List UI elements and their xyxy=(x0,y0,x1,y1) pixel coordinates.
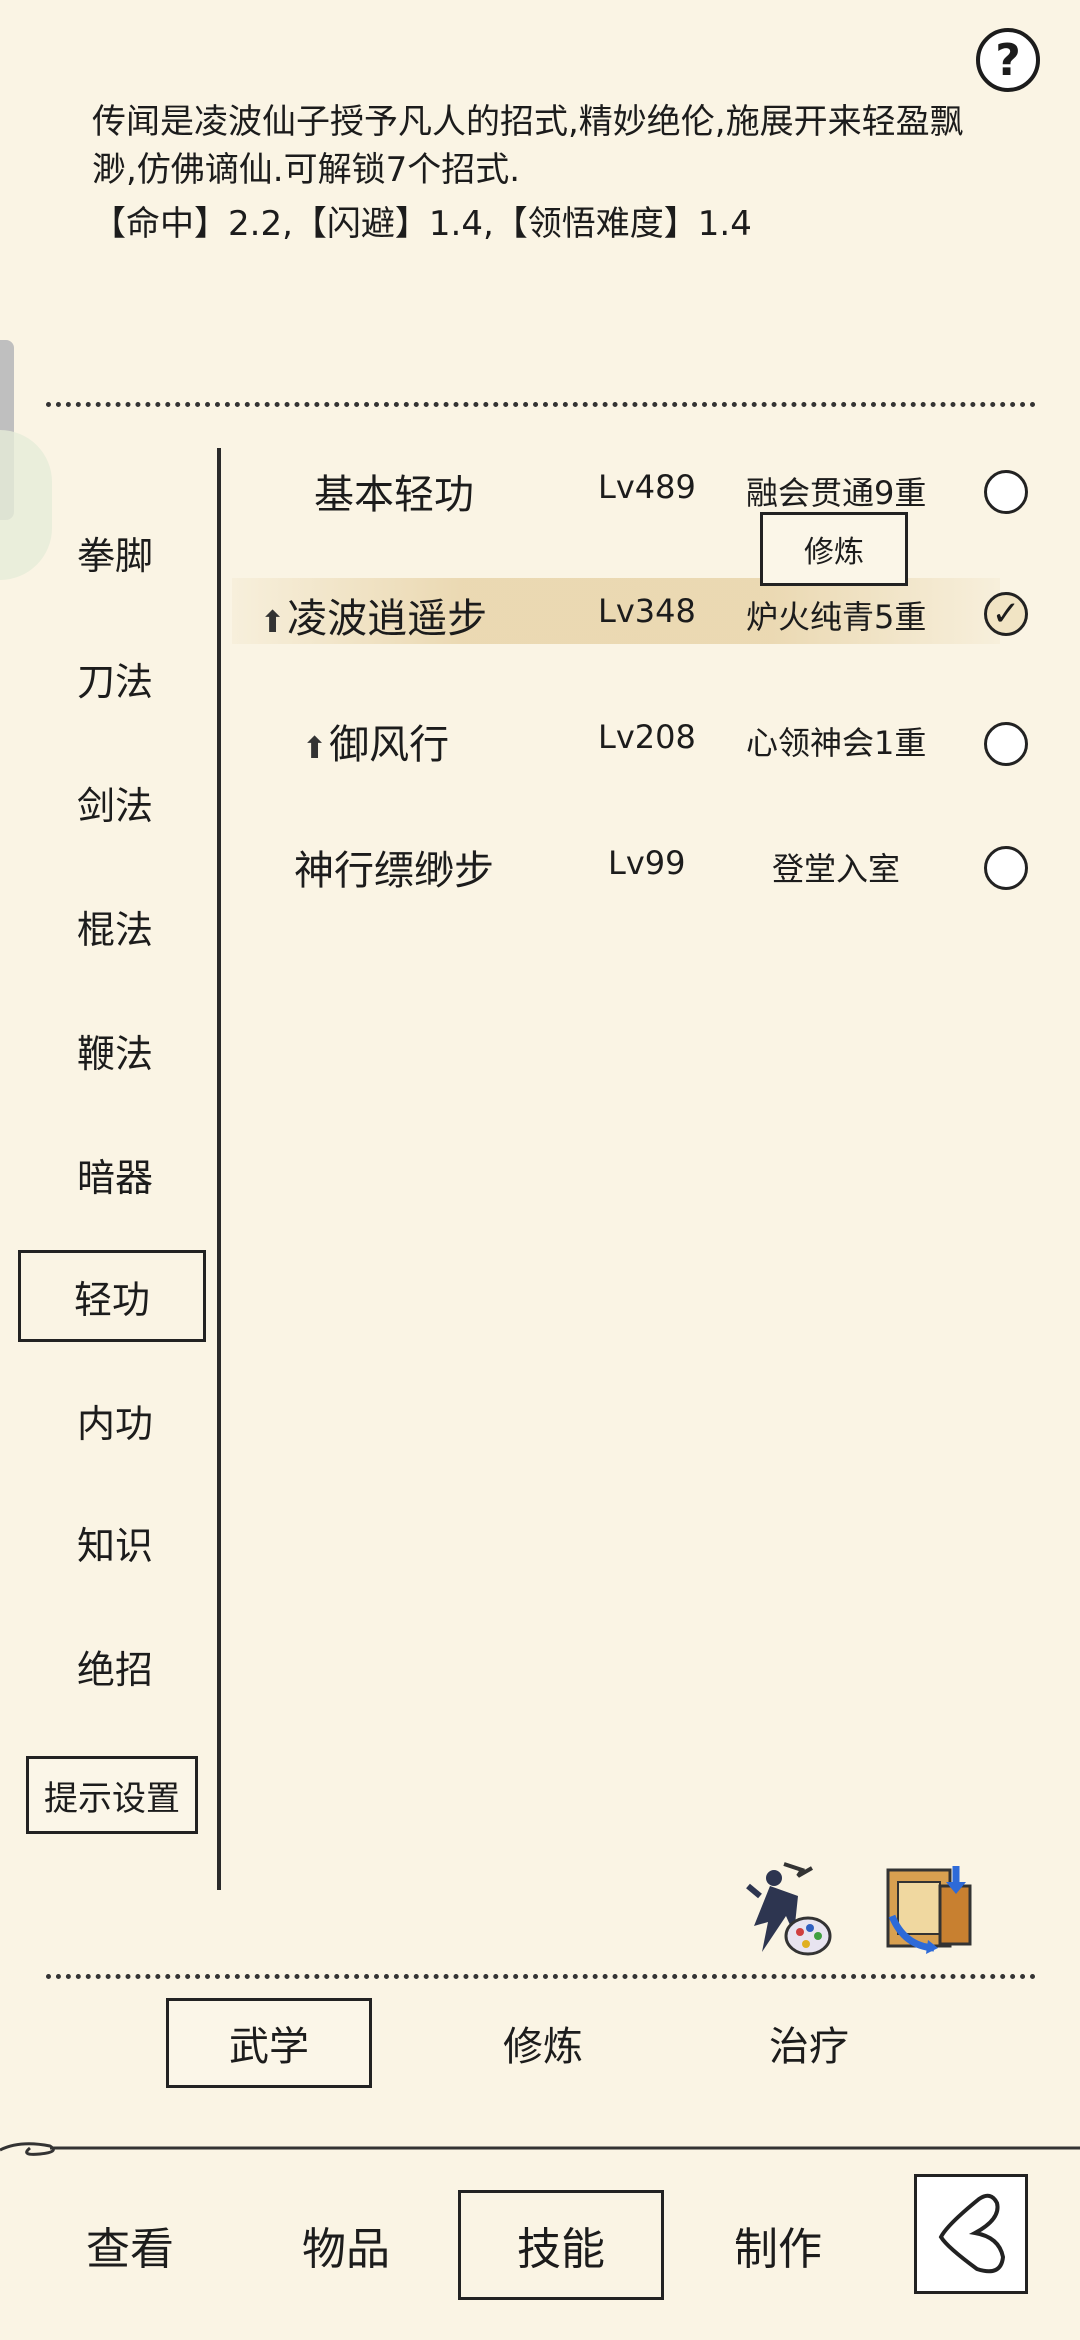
tip-settings-button[interactable]: 提示设置 xyxy=(26,1756,198,1834)
back-button[interactable] xyxy=(914,2174,1028,2294)
skill-rank: 炉火纯青5重 xyxy=(746,598,927,636)
sidebar-item-inner-skill[interactable]: 内功 xyxy=(40,1380,190,1460)
sidebar-item-whip[interactable]: 鞭法 xyxy=(40,1010,190,1090)
skill-row[interactable]: 神行缥缈步 Lv99 登堂入室 xyxy=(230,830,1050,900)
sidebar-item-blade[interactable]: 刀法 xyxy=(40,638,190,718)
skill-name-wrap: ⬆凌波逍遥步 xyxy=(260,586,487,644)
nav-view[interactable]: 查看 xyxy=(60,2190,200,2300)
nav-items[interactable]: 物品 xyxy=(276,2190,416,2300)
back-icon xyxy=(938,2193,1006,2274)
sidebar-item-fist[interactable]: 拳脚 xyxy=(40,512,190,592)
warrior-palette-icon[interactable] xyxy=(740,1856,836,1960)
sidebar-item-ultimate[interactable]: 绝招 xyxy=(40,1626,190,1706)
train-popup-button[interactable]: 修炼 xyxy=(760,512,908,586)
skill-level: Lv489 xyxy=(598,468,696,506)
skill-select-radio[interactable] xyxy=(984,722,1028,766)
sidebar-item-hidden-weapon[interactable]: 暗器 xyxy=(40,1134,190,1214)
skill-level: Lv208 xyxy=(598,718,696,756)
skill-rank: 融会贯通9重 xyxy=(746,474,927,512)
divider-bottom xyxy=(46,1974,1036,1979)
skill-row[interactable]: 基本轻功 Lv489 融会贯通9重 xyxy=(230,456,1050,526)
skill-name: 基本轻功 xyxy=(314,472,474,518)
upgrade-arrow-icon: ⬆ xyxy=(302,731,328,766)
nav-craft[interactable]: 制作 xyxy=(708,2190,848,2300)
skill-name: 神行缥缈步 xyxy=(294,848,494,894)
skill-rank: 登堂入室 xyxy=(772,850,901,888)
checkmark-icon[interactable]: ✓ xyxy=(984,592,1028,636)
question-icon: ? xyxy=(995,34,1021,86)
sidebar-item-sword[interactable]: 剑法 xyxy=(40,762,190,842)
tab-heal[interactable]: 治疗 xyxy=(706,1998,912,2088)
nav-skills[interactable]: 技能 xyxy=(458,2190,664,2300)
divider-top xyxy=(46,402,1036,407)
skill-row[interactable]: ⬆凌波逍遥步 Lv348 炉火纯青5重 ✓ xyxy=(230,578,1050,648)
skill-rank: 心领神会1重 xyxy=(746,724,927,762)
tab-martial-arts[interactable]: 武学 xyxy=(166,1998,372,2088)
skill-select-radio[interactable] xyxy=(984,470,1028,514)
skill-name: 御风行 xyxy=(329,722,450,768)
skill-name-wrap: ⬆御风行 xyxy=(302,712,449,770)
skill-row[interactable]: ⬆御风行 Lv208 心领神会1重 xyxy=(230,706,1050,776)
sidebar-divider xyxy=(217,448,221,1890)
skill-select-radio[interactable] xyxy=(984,846,1028,890)
skill-level: Lv348 xyxy=(598,592,696,630)
skill-level: Lv99 xyxy=(608,844,686,882)
upgrade-arrow-icon: ⬆ xyxy=(260,605,286,640)
tab-train[interactable]: 修炼 xyxy=(440,1998,646,2088)
skill-book-icon[interactable] xyxy=(874,1856,972,1960)
skill-stats: 【命中】2.2,【闪避】1.4,【领悟难度】1.4 xyxy=(92,204,752,244)
sidebar-item-lightness[interactable]: 轻功 xyxy=(18,1250,206,1342)
sidebar-item-knowledge[interactable]: 知识 xyxy=(40,1502,190,1582)
skill-description: 传闻是凌波仙子授予凡人的招式,精妙绝伦,施展开来轻盈飘渺,仿佛谪仙.可解锁7个招… xyxy=(92,102,964,190)
help-button[interactable]: ? xyxy=(976,28,1040,92)
skill-name: 凌波逍遥步 xyxy=(287,596,488,642)
sidebar-item-staff[interactable]: 棍法 xyxy=(40,886,190,966)
